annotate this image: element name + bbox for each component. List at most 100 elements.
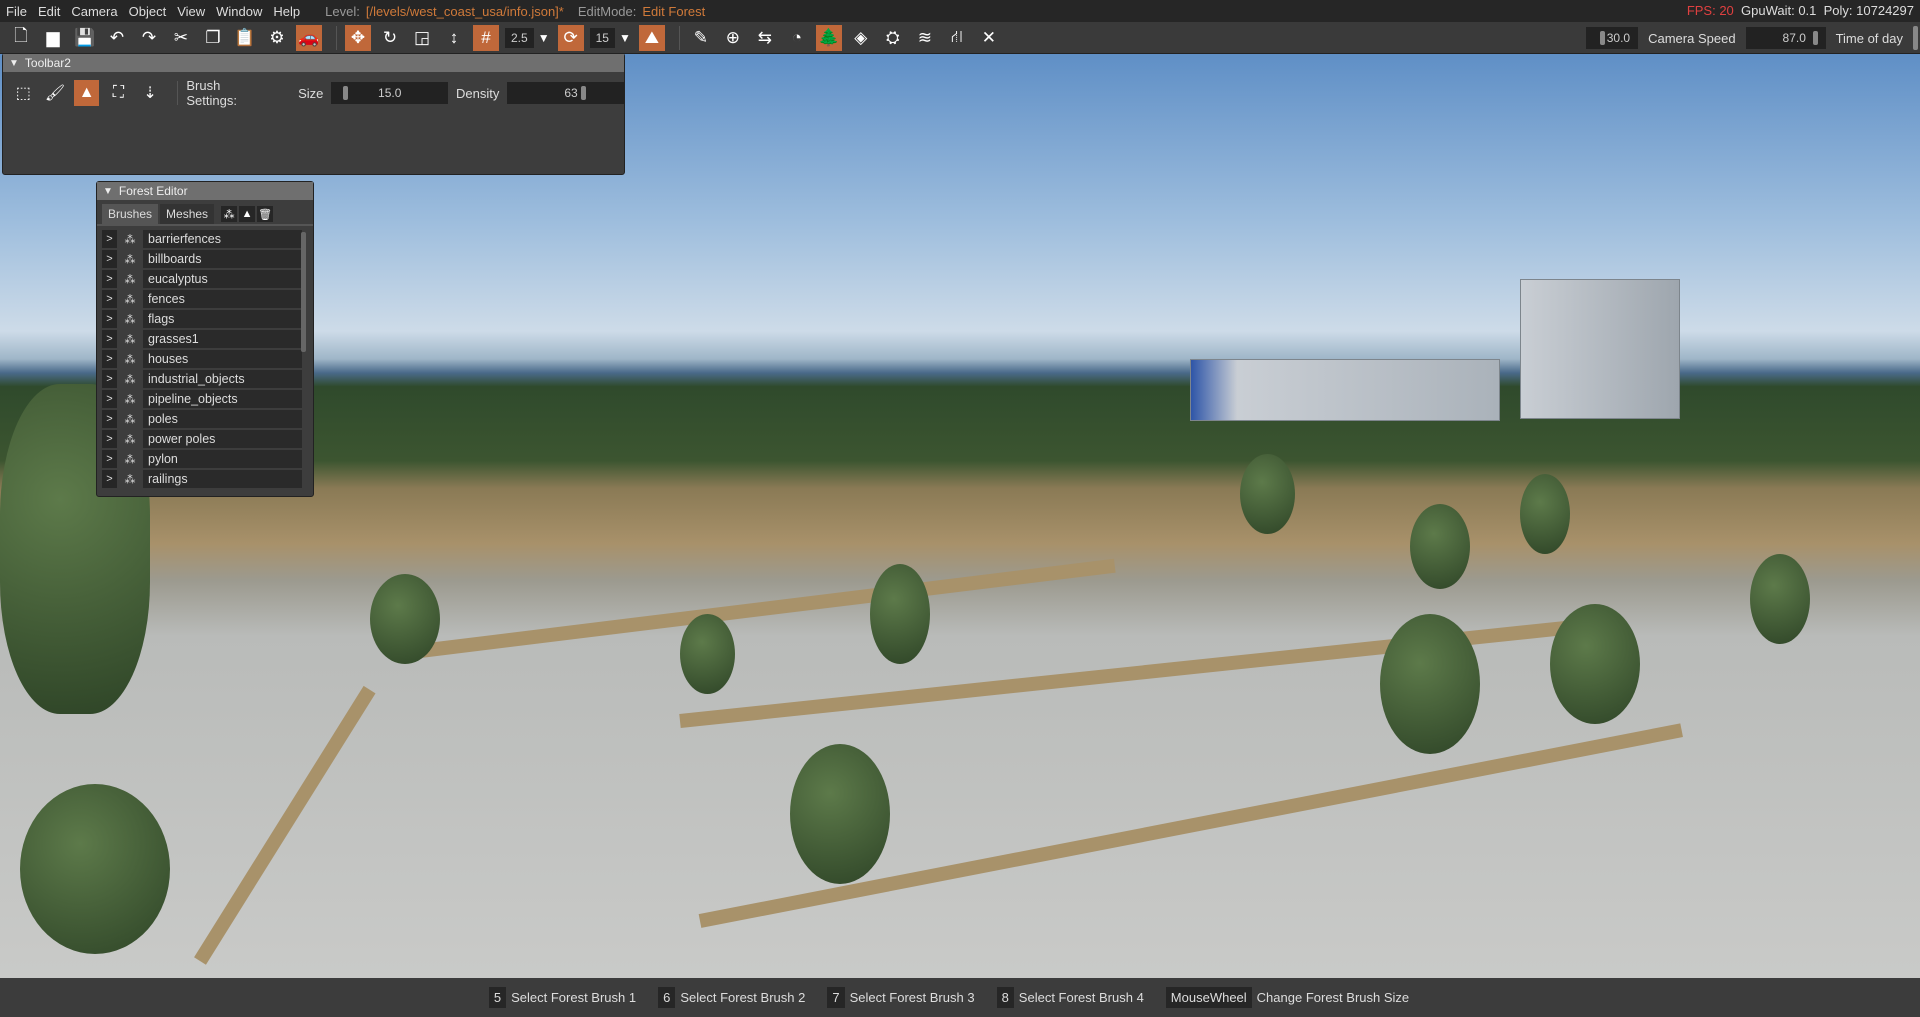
expand-chevron-icon[interactable]: > [102, 350, 117, 368]
select-tree-region-icon[interactable]: ⛶ [106, 80, 131, 106]
expand-chevron-icon[interactable]: > [102, 250, 117, 268]
gear-icon[interactable]: ⚙ [264, 25, 290, 51]
rotate-snap-value[interactable]: 15 [589, 27, 615, 48]
brush-name: billboards [143, 250, 302, 268]
rotate-snap-icon[interactable]: ⟳ [557, 24, 584, 51]
expand-chevron-icon[interactable]: > [102, 330, 117, 348]
brush-list-item[interactable]: > ⁂ grasses1 [102, 329, 302, 349]
expand-chevron-icon[interactable]: > [102, 270, 117, 288]
menu-camera[interactable]: Camera [71, 4, 117, 19]
brush-list-item[interactable]: > ⁂ pylon [102, 449, 302, 469]
expand-chevron-icon[interactable]: > [102, 450, 117, 468]
slider-knob[interactable] [581, 86, 587, 100]
expand-chevron-icon[interactable]: > [102, 290, 117, 308]
expand-chevron-icon[interactable]: > [102, 470, 117, 488]
tree [20, 784, 170, 954]
paste-icon[interactable]: 📋 [232, 25, 258, 51]
menu-view[interactable]: View [177, 4, 205, 19]
save-icon[interactable]: 💾 [72, 25, 98, 51]
brush-list-item[interactable]: > ⁂ barrierfences [102, 229, 302, 249]
terrain-snap-icon[interactable]: ⛰ [638, 24, 665, 51]
collapse-icon[interactable]: ▼ [9, 58, 19, 69]
brush-list-item[interactable]: > ⁂ power poles [102, 429, 302, 449]
brush-list-item[interactable]: > ⁂ fences [102, 289, 302, 309]
snap-value[interactable]: 2.5 [505, 27, 534, 48]
menu-window[interactable]: Window [216, 4, 262, 19]
scroll-handle[interactable] [1913, 26, 1918, 50]
menu-file[interactable]: File [6, 4, 27, 19]
material-icon[interactable]: ◈ [848, 25, 874, 51]
place-tree-icon[interactable]: ▲ [74, 80, 100, 106]
pencil-icon[interactable]: ✎ [688, 25, 714, 51]
size-slider[interactable]: 15.0 [331, 82, 449, 104]
tab-meshes[interactable]: Meshes [160, 204, 215, 224]
menu-help[interactable]: Help [273, 4, 300, 19]
river-icon[interactable]: ≋ [912, 25, 938, 51]
undo-icon[interactable]: ↶ [104, 25, 130, 51]
menu-edit[interactable]: Edit [38, 4, 60, 19]
decal-icon[interactable]: ⛭ [880, 25, 906, 51]
vehicle-icon[interactable]: 🚗 [296, 24, 322, 51]
scale-icon[interactable]: ◲ [409, 25, 435, 51]
rotate-icon[interactable]: ↻ [377, 25, 403, 51]
stats: FPS: 20 GpuWait: 0.1 Poly: 10724297 [1687, 3, 1914, 18]
tab-brushes[interactable]: Brushes [102, 204, 159, 224]
forest-editor-titlebar[interactable]: ▼ Forest Editor [97, 182, 313, 200]
density-slider[interactable]: 63 [507, 82, 625, 104]
move-icon[interactable]: ✥ [345, 24, 371, 51]
expand-chevron-icon[interactable]: > [102, 430, 117, 448]
trash-icon[interactable]: 🗑 [257, 206, 274, 222]
add-element-icon[interactable]: ▲ [239, 206, 256, 222]
grid-snap-icon[interactable]: # [473, 24, 499, 51]
toolbar2-titlebar[interactable]: ▼ Toolbar2 [3, 54, 624, 72]
brush-list-item[interactable]: > ⁂ railings [102, 469, 302, 489]
road-editor-icon[interactable]: ⛙ [944, 25, 970, 51]
brush-list-item[interactable]: > ⁂ industrial_objects [102, 369, 302, 389]
copy-icon[interactable]: ❐ [200, 25, 226, 51]
menu-object[interactable]: Object [129, 4, 167, 19]
redo-icon[interactable]: ↷ [136, 25, 162, 51]
slider-knob[interactable] [1812, 31, 1818, 45]
tree [680, 614, 735, 694]
collapse-icon[interactable]: ▼ [103, 186, 113, 197]
forest-brush-icon: ⁂ [124, 413, 136, 426]
paint-brush-icon[interactable]: 🖌 [43, 80, 68, 106]
expand-chevron-icon[interactable]: > [102, 310, 117, 328]
mesh-icon[interactable]: ◔ [784, 25, 810, 51]
brush-list-item[interactable]: > ⁂ eucalyptus [102, 269, 302, 289]
navmesh-icon[interactable]: ✕ [976, 25, 1002, 51]
forest-icon[interactable]: 🌲 [815, 24, 842, 51]
brush-list-item[interactable]: > ⁂ pipeline_objects [102, 389, 302, 409]
camera-speed-field[interactable]: 30.0 [1586, 27, 1639, 49]
cut-icon[interactable]: ✂ [168, 25, 194, 51]
scrollbar[interactable] [301, 232, 306, 352]
expand-chevron-icon[interactable]: > [102, 230, 117, 248]
slider-knob[interactable] [343, 86, 349, 100]
brush-list-item[interactable]: > ⁂ flags [102, 309, 302, 329]
open-folder-icon[interactable]: ▆ [40, 25, 66, 51]
road-icon[interactable]: ⇆ [752, 25, 778, 51]
camera-controls: 30.0 Camera Speed 87.0 Time of day [1586, 22, 1920, 54]
brush-list-item[interactable]: > ⁂ houses [102, 349, 302, 369]
world-axis-icon[interactable]: ↕ [441, 25, 467, 51]
forest-brush-icon: ⁂ [124, 373, 136, 386]
select-tool-icon[interactable]: ⬚ [11, 80, 36, 106]
tree [1520, 474, 1570, 554]
editmode-value: Edit Forest [642, 3, 706, 19]
shortcut-key: 6 [658, 987, 676, 1008]
rotate-dropdown-icon[interactable]: ▼ [619, 31, 631, 45]
new-file-icon[interactable]: 🗋 [8, 25, 34, 51]
brush-settings-label: Brush Settings: [186, 78, 237, 108]
drop-tree-icon[interactable]: ⇣ [138, 80, 163, 106]
snap-dropdown-icon[interactable]: ▼ [538, 31, 550, 45]
add-object-icon[interactable]: ⊕ [720, 25, 746, 51]
add-brush-icon[interactable]: ⁂ [221, 206, 238, 222]
expand-chevron-icon[interactable]: > [102, 390, 117, 408]
slider-knob[interactable] [1600, 31, 1606, 45]
expand-chevron-icon[interactable]: > [102, 410, 117, 428]
brush-name: power poles [143, 430, 302, 448]
expand-chevron-icon[interactable]: > [102, 370, 117, 388]
brush-list-item[interactable]: > ⁂ billboards [102, 249, 302, 269]
time-of-day-field[interactable]: 87.0 [1745, 27, 1826, 49]
brush-list-item[interactable]: > ⁂ poles [102, 409, 302, 429]
